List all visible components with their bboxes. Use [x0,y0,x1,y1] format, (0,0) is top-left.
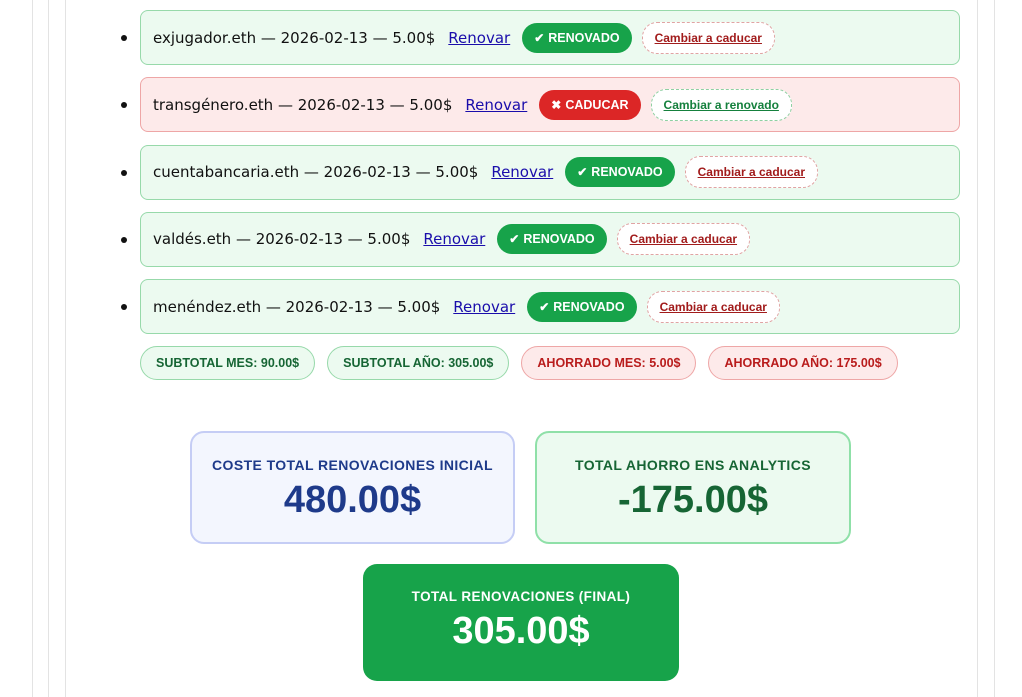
domain-info: cuentabancaria.eth — 2026-02-13 — 5.00$ [153,163,479,182]
status-badge-renewed: ✔ RENOVADO [527,291,637,322]
status-badge-expire: ✖ CADUCAR [539,89,641,120]
status-label: RENOVADO [591,165,663,180]
bullet-icon [121,169,127,176]
check-icon: ✔ [539,299,550,314]
switch-to-expire-button[interactable]: Cambiar a caducar [646,290,780,323]
renew-link[interactable]: Renovar [453,298,515,316]
cross-icon: ✖ [551,97,562,112]
saved-year-badge: AHORRADO AÑO: 175.00$ [708,346,898,380]
renew-link[interactable]: Renovar [465,96,527,114]
initial-cost-card: COSTE TOTAL RENOVACIONES INICIAL 480.00$ [190,431,515,544]
status-label: RENOVADO [548,30,620,45]
domain-row-transgenero: transgénero.eth — 2026-02-13 — 5.00$ Ren… [121,77,960,133]
domain-list: exjugador.eth — 2026-02-13 — 5.00$ Renov… [121,10,960,346]
domain-info: valdés.eth — 2026-02-13 — 5.00$ [153,230,411,249]
total-savings-value: -175.00$ [617,479,768,521]
renew-link[interactable]: Renovar [491,163,553,181]
status-badge-renewed: ✔ RENOVADO [565,157,675,188]
domain-info: menéndez.eth — 2026-02-13 — 5.00$ [153,297,441,316]
domain-row-menendez: menéndez.eth — 2026-02-13 — 5.00$ Renova… [121,279,960,335]
domain-info: transgénero.eth — 2026-02-13 — 5.00$ [153,95,453,114]
domain-info: exjugador.eth — 2026-02-13 — 5.00$ [153,28,436,47]
renew-link[interactable]: Renovar [448,29,510,47]
check-icon: ✔ [509,232,520,247]
renew-link[interactable]: Renovar [423,230,485,248]
status-label: CADUCAR [565,97,629,112]
final-total-value: 305.00$ [452,610,590,652]
switch-to-expire-button[interactable]: Cambiar a caducar [616,223,751,256]
bullet-icon [121,35,127,41]
status-label: RENOVADO [523,232,595,247]
status-label: RENOVADO [553,299,625,314]
final-total-label: TOTAL RENOVACIONES (FINAL) [411,589,631,604]
domain-row-cuentabancaria: cuentabancaria.eth — 2026-02-13 — 5.00$ … [121,144,960,200]
status-badge-renewed: ✔ RENOVADO [497,224,607,255]
check-icon: ✔ [577,165,588,180]
subtotal-year-badge: SUBTOTAL AÑO: 305.00$ [327,346,510,380]
switch-to-expire-button[interactable]: Cambiar a caducar [684,156,818,189]
total-savings-label: TOTAL AHORRO ENS ANALYTICS [575,457,811,473]
subtotal-month-badge: SUBTOTAL MES: 90.00$ [140,346,316,380]
switch-to-expire-button[interactable]: Cambiar a caducar [641,21,775,54]
domain-row-exjugador: exjugador.eth — 2026-02-13 — 5.00$ Renov… [121,10,960,65]
initial-cost-label: COSTE TOTAL RENOVACIONES INICIAL [212,457,493,473]
domain-row-valdes: valdés.eth — 2026-02-13 — 5.00$ Renovar … [121,211,960,267]
status-badge-renewed: ✔ RENOVADO [522,22,632,53]
saved-month-badge: AHORRADO MES: 5.00$ [521,346,697,380]
total-savings-card: TOTAL AHORRO ENS ANALYTICS -175.00$ [535,431,851,544]
check-icon: ✔ [534,30,545,45]
initial-cost-value: 480.00$ [283,479,422,521]
subtotals-bar: SUBTOTAL MES: 90.00$ SUBTOTAL AÑO: 305.0… [140,346,898,380]
switch-to-renewed-button[interactable]: Cambiar a renovado [650,88,792,121]
bullet-icon [121,236,127,243]
final-total-card: TOTAL RENOVACIONES (FINAL) 305.00$ [363,564,679,681]
